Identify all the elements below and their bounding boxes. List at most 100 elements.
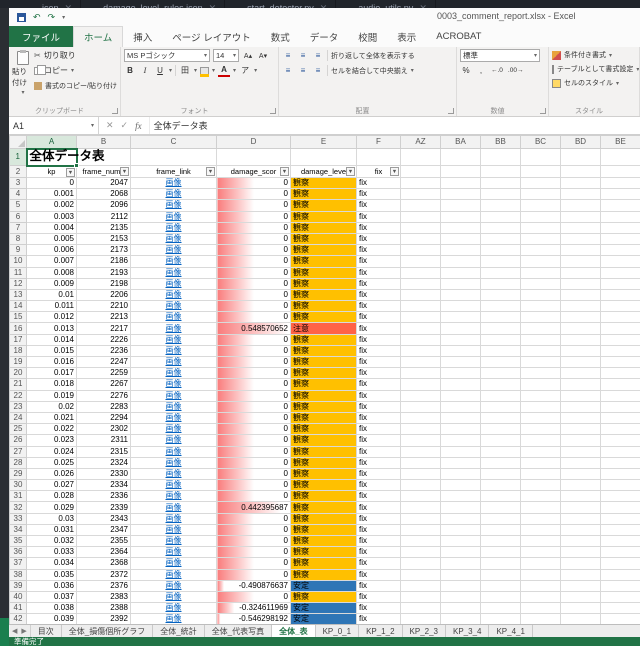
dialog-launcher-icon[interactable]	[448, 108, 454, 114]
cell-empty[interactable]	[480, 322, 521, 335]
cell-fix[interactable]: fix	[356, 210, 401, 223]
cell-damage-score[interactable]: -0.324611969	[216, 602, 291, 615]
cell-damage-score[interactable]: 0	[216, 300, 291, 313]
cell-empty[interactable]	[480, 255, 521, 268]
shrink-font-button[interactable]: A▾	[257, 49, 269, 62]
cell-damage-level[interactable]: 観察	[290, 501, 357, 514]
cell-frame-number[interactable]: 2226	[76, 333, 131, 346]
cell-empty[interactable]	[560, 188, 601, 201]
cell-damage-level[interactable]: 観察	[290, 467, 357, 481]
frame-image-link[interactable]: 画像	[166, 391, 182, 400]
cell-empty[interactable]	[520, 148, 561, 166]
frame-image-link[interactable]: 画像	[166, 358, 182, 367]
cell-empty[interactable]	[480, 523, 521, 537]
cell-empty[interactable]	[560, 176, 601, 190]
cell-empty[interactable]	[520, 613, 561, 624]
cell-a1-selected[interactable]: 全体データ表	[25, 147, 105, 168]
align-middle-icon[interactable]: ≡	[297, 49, 309, 62]
cell-empty[interactable]	[600, 501, 640, 514]
frame-image-link[interactable]: 画像	[166, 548, 182, 557]
cell-empty[interactable]	[560, 501, 601, 514]
cell-damage-level[interactable]: 観察	[290, 210, 357, 223]
dialog-launcher-icon[interactable]	[540, 108, 546, 114]
cell-damage-score[interactable]: 0	[216, 389, 291, 402]
row-header-23[interactable]: 23	[9, 400, 27, 413]
cell-empty[interactable]	[400, 423, 441, 436]
ribbon-tab-file[interactable]: ファイル	[9, 26, 74, 47]
frame-image-link[interactable]: 画像	[166, 615, 182, 624]
sheet-nav-left-icon[interactable]: ◀	[12, 627, 17, 635]
cell-empty[interactable]	[440, 534, 481, 548]
cell-empty[interactable]	[560, 456, 601, 469]
column-header-BA[interactable]: BA	[440, 135, 481, 149]
cell-empty[interactable]	[560, 445, 601, 458]
cell-empty[interactable]	[560, 244, 601, 257]
cell-kp[interactable]: 0.021	[26, 411, 77, 425]
cell-kp[interactable]: 0.003	[26, 210, 77, 223]
cell-damage-level[interactable]: 観察	[290, 590, 357, 604]
cell-empty[interactable]	[520, 568, 561, 581]
cell-damage-level[interactable]: 観察	[290, 344, 357, 358]
cell-empty[interactable]	[400, 411, 441, 425]
row-header-41[interactable]: 41	[9, 602, 27, 615]
row-header-9[interactable]: 9	[9, 244, 27, 257]
cell-frame-link[interactable]: 画像	[130, 210, 217, 223]
row-header-27[interactable]: 27	[9, 445, 27, 458]
cell-empty[interactable]	[520, 165, 561, 178]
select-all-corner[interactable]	[9, 135, 27, 149]
vscode-tab[interactable]: icon ✕	[34, 0, 82, 8]
column-header-BB[interactable]: BB	[480, 135, 521, 149]
cell-empty[interactable]	[400, 523, 441, 537]
format-as-table-button[interactable]: テーブルとして書式設定 ▾	[552, 63, 639, 75]
cell-damage-level[interactable]: 注意	[290, 322, 357, 335]
cell-damage-score[interactable]: 0	[216, 188, 291, 201]
cell-frame-link[interactable]: 画像	[130, 255, 217, 268]
cell-empty[interactable]	[560, 568, 601, 581]
merge-center-button[interactable]: セルを結合して中央揃え	[331, 66, 408, 76]
cell-kp[interactable]: 0.002	[26, 199, 77, 212]
row-header-17[interactable]: 17	[9, 333, 27, 346]
cell-fix[interactable]: fix	[356, 534, 401, 548]
cell-empty[interactable]	[440, 176, 481, 190]
cell-empty[interactable]	[400, 210, 441, 223]
cell-kp[interactable]: 0.035	[26, 568, 77, 581]
cell-empty[interactable]	[560, 434, 601, 447]
align-top-icon[interactable]: ≡	[282, 49, 294, 62]
cell-damage-score[interactable]: 0	[216, 277, 291, 290]
cell-empty[interactable]	[560, 602, 601, 615]
cell-damage-score[interactable]: 0	[216, 546, 291, 559]
filter-dropdown-icon[interactable]: ▼	[280, 167, 289, 176]
cell-frame-number[interactable]: 2247	[76, 355, 131, 369]
cell-kp[interactable]: 0.027	[26, 479, 77, 492]
ribbon-tab-数式[interactable]: 数式	[261, 26, 300, 47]
cell-frame-number[interactable]: 2173	[76, 244, 131, 257]
cell-kp[interactable]: 0.026	[26, 467, 77, 481]
cell-empty[interactable]	[400, 333, 441, 346]
cell-frame-number[interactable]: 2213	[76, 311, 131, 324]
cell-frame-link[interactable]: 画像	[130, 512, 217, 525]
cell-empty[interactable]	[480, 288, 521, 302]
cut-button[interactable]: ✂ 切り取り	[34, 49, 117, 62]
cell-empty[interactable]	[440, 165, 481, 178]
cell-frame-link[interactable]: 画像	[130, 557, 217, 570]
cell-empty[interactable]	[600, 590, 640, 604]
vscode-tab[interactable]: audio_utils.py ✕	[350, 0, 436, 8]
cell-empty[interactable]	[600, 277, 640, 290]
align-left-icon[interactable]: ≡	[282, 64, 294, 77]
cell-empty[interactable]	[600, 400, 640, 413]
cell-empty[interactable]	[600, 557, 640, 570]
cell-empty[interactable]	[440, 148, 481, 166]
cell-empty[interactable]	[400, 579, 441, 592]
sheet-tab-KP_1_2[interactable]: KP_1_2	[359, 625, 403, 637]
cell-frame-link[interactable]: 画像	[130, 400, 217, 413]
cell-damage-level[interactable]: 観察	[290, 300, 357, 313]
row-header-31[interactable]: 31	[9, 490, 27, 503]
cell-empty[interactable]	[400, 188, 441, 201]
cell-empty[interactable]	[480, 232, 521, 246]
row-header-33[interactable]: 33	[9, 512, 27, 525]
cell-empty[interactable]	[600, 255, 640, 268]
cell-damage-level[interactable]: 観察	[290, 512, 357, 525]
cell-damage-level[interactable]: 観察	[290, 288, 357, 302]
chevron-down-icon[interactable]: ▾	[411, 67, 414, 74]
row-header-28[interactable]: 28	[9, 456, 27, 469]
